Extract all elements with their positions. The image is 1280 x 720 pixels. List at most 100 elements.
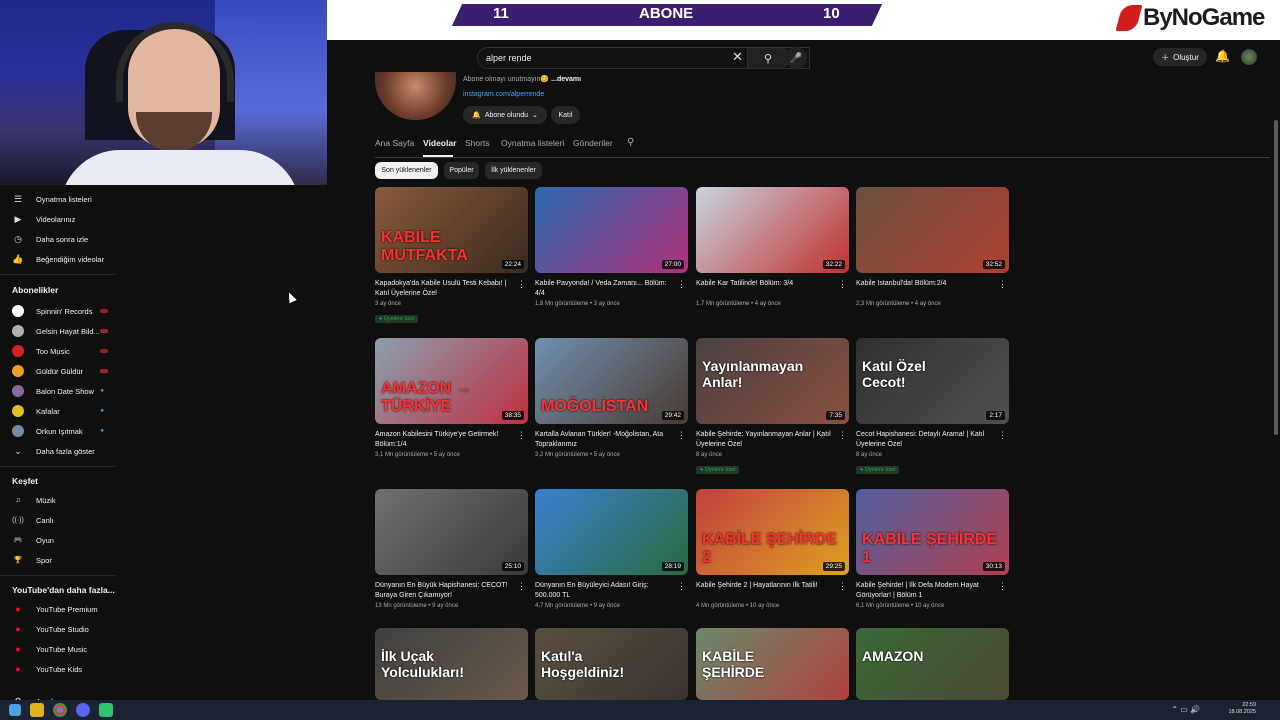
video-title[interactable]: Kapadokya'da Kabile Usulü Testi Kebabı! … — [375, 279, 515, 299]
video-card[interactable]: KABİLE ŞEHİRDE — [696, 628, 849, 700]
more-options-icon[interactable]: ⋮ — [677, 279, 686, 290]
video-card[interactable]: Yayınlanmayan Anlar! 7:35 Kabile Şehirde: … — [696, 338, 849, 476]
video-card[interactable]: İlk Uçak Yolculukları! — [375, 628, 528, 700]
sidebar-item-0[interactable]: ☰ Oynatma listeleri — [0, 189, 118, 209]
more-options-icon[interactable]: ⋮ — [998, 581, 1007, 592]
filter-chip-1[interactable]: Popüler — [444, 162, 479, 179]
video-card[interactable]: KABİLE MUTFAKTA 22:24 Kapadokya'da Kabile … — [375, 187, 528, 325]
more-options-icon[interactable]: ⋮ — [517, 430, 526, 441]
video-thumbnail[interactable]: İlk Uçak Yolculukları! — [375, 628, 528, 700]
tab-search-icon[interactable]: ⚲ — [627, 137, 634, 148]
youtube-app-item[interactable]: ● YouTube Studio — [0, 619, 118, 639]
explore-item[interactable]: ♫ Müzik — [0, 490, 118, 510]
video-card[interactable]: Katıl'a Hoşgeldiniz! — [535, 628, 688, 700]
notifications-bell-icon[interactable]: 🔔 — [1215, 49, 1230, 63]
subscription-item[interactable]: Güldür Güldür — [0, 361, 118, 381]
more-options-icon[interactable]: ⋮ — [838, 279, 847, 290]
start-icon[interactable] — [9, 704, 21, 716]
tab-1[interactable]: Videolar — [423, 138, 456, 148]
tab-2[interactable]: Shorts — [465, 138, 490, 148]
video-title[interactable]: Kabile Pavyonda! / Veda Zamanı... Bölüm:… — [535, 279, 675, 299]
video-card[interactable]: KABİLE ŞEHİRDE 2 29:25 Kabile Şehirde 2 | … — [696, 489, 849, 609]
sidebar-item-1[interactable]: ▶ Videolarınız — [0, 209, 118, 229]
search-button[interactable]: ⚲ — [747, 47, 789, 69]
app-icon[interactable] — [99, 703, 113, 717]
video-title[interactable]: Dünyanın En Büyüleyici Adası! Giriş: 500… — [535, 581, 675, 601]
video-title[interactable]: Kabile İstanbul'da! Bölüm:2/4 — [856, 279, 996, 299]
video-title[interactable]: Kabile Şehirde! | İlk Defa Modern Hayat … — [856, 581, 996, 601]
video-thumbnail[interactable]: AMAZON — [856, 628, 1009, 700]
video-thumbnail[interactable]: Katıl'a Hoşgeldiniz! — [535, 628, 688, 700]
youtube-app-item[interactable]: ● YouTube Kids — [0, 659, 118, 679]
subscription-item[interactable]: Gelsin Hayat Bild... — [0, 321, 118, 341]
account-avatar[interactable] — [1241, 49, 1257, 65]
video-card[interactable]: Katıl Özel Cecot! 2:17 Cecot Hapishanesi: … — [856, 338, 1009, 476]
video-title[interactable]: Kabile Şehirde 2 | Hayatlarının İlk Tati… — [696, 581, 836, 601]
video-thumbnail[interactable]: 28:19 — [535, 489, 688, 575]
system-tray-icons[interactable]: ⌃ ▭ 🔊 — [1171, 705, 1200, 714]
video-thumbnail[interactable]: KABİLE MUTFAKTA 22:24 — [375, 187, 528, 273]
subscription-item[interactable]: Spinnin' Records — [0, 301, 118, 321]
show-more-button[interactable]: ⌄ Daha fazla göster — [0, 441, 118, 461]
subscription-item[interactable]: Kafalar ● — [0, 401, 118, 421]
video-thumbnail[interactable]: KABİLE ŞEHİRDE 2 29:25 — [696, 489, 849, 575]
video-card[interactable]: AMAZON — [856, 628, 1009, 700]
explore-item[interactable]: 🏆 Spor — [0, 550, 118, 570]
video-thumbnail[interactable]: 25:10 — [375, 489, 528, 575]
subscription-item[interactable]: Balon Date Show ● — [0, 381, 118, 401]
video-thumbnail[interactable]: 32:22 — [696, 187, 849, 273]
video-title[interactable]: Kabile Kar Tatilinde! Bölüm: 3/4 — [696, 279, 836, 299]
more-options-icon[interactable]: ⋮ — [838, 430, 847, 441]
video-title[interactable]: Kartalla Avlanan Türkler! -Moğolistan, A… — [535, 430, 675, 450]
more-options-icon[interactable]: ⋮ — [677, 581, 686, 592]
voice-search-button[interactable]: 🎤 — [785, 47, 807, 69]
more-options-icon[interactable]: ⋮ — [517, 279, 526, 290]
channel-link[interactable]: instagram.com/alperrende — [463, 91, 544, 98]
video-title[interactable]: Cecot Hapishanesi: Detaylı Arama! | Katı… — [856, 430, 996, 450]
more-options-icon[interactable]: ⋮ — [517, 581, 526, 592]
clock[interactable]: 22:59 18.08.2025 — [1228, 702, 1256, 716]
video-card[interactable]: MOĞOLİSTAN 29:42 Kartalla Avlanan Türkler!… — [535, 338, 688, 458]
video-card[interactable]: KABİLE ŞEHİRDE 1 30:13 Kabile Şehirde! | İ… — [856, 489, 1009, 609]
filter-chip-2[interactable]: İlk yüklenenler — [485, 162, 542, 179]
video-thumbnail[interactable]: KABİLE ŞEHİRDE — [696, 628, 849, 700]
more-options-icon[interactable]: ⋮ — [838, 581, 847, 592]
clear-search-icon[interactable]: ✕ — [732, 49, 743, 65]
video-thumbnail[interactable]: 32:52 — [856, 187, 1009, 273]
join-button[interactable]: Katıl — [551, 106, 580, 124]
video-card[interactable]: 32:22 Kabile Kar Tatilinde! Bölüm: 3/4 1,7… — [696, 187, 849, 307]
explore-item[interactable]: ((·)) Canlı — [0, 510, 118, 530]
sidebar-item-2[interactable]: ◷ Daha sonra izle — [0, 229, 118, 249]
filter-chip-0[interactable]: Son yüklenenler — [375, 162, 438, 179]
desc-more-link[interactable]: ...devamı — [551, 76, 581, 83]
channel-avatar[interactable] — [375, 72, 456, 120]
channel-description[interactable]: Abone olmayı unutmayın😊 ...devamı — [463, 75, 581, 83]
more-options-icon[interactable]: ⋮ — [998, 430, 1007, 441]
file-explorer-icon[interactable] — [30, 703, 44, 717]
video-card[interactable]: 32:52 Kabile İstanbul'da! Bölüm:2/4 2,3 Mn… — [856, 187, 1009, 307]
video-title[interactable]: Dünyanın En Büyük Hapishanesi: CECOT! Bu… — [375, 581, 515, 601]
subscription-item[interactable]: Orkun Işıtmak ● — [0, 421, 118, 441]
more-options-icon[interactable]: ⋮ — [998, 279, 1007, 290]
video-thumbnail[interactable]: AMAZON → TÜRKİYE 38:35 — [375, 338, 528, 424]
video-thumbnail[interactable]: 27:00 — [535, 187, 688, 273]
chrome-icon[interactable] — [53, 703, 67, 717]
create-button[interactable]: ＋ Oluştur — [1153, 48, 1207, 66]
video-title[interactable]: Kabile Şehirde: Yayınlanmayan Anlar | Ka… — [696, 430, 836, 450]
video-card[interactable]: 27:00 Kabile Pavyonda! / Veda Zamanı... B… — [535, 187, 688, 307]
explore-item[interactable]: 🎮 Oyun — [0, 530, 118, 550]
page-scrollbar[interactable] — [1274, 120, 1278, 435]
video-thumbnail[interactable]: Yayınlanmayan Anlar! 7:35 — [696, 338, 849, 424]
subscribed-button[interactable]: 🔔 Abone olundu ⌄ — [463, 106, 547, 124]
youtube-app-item[interactable]: ● YouTube Music — [0, 639, 118, 659]
video-thumbnail[interactable]: MOĞOLİSTAN 29:42 — [535, 338, 688, 424]
discord-icon[interactable] — [76, 703, 90, 717]
tab-3[interactable]: Oynatma listeleri — [501, 138, 564, 148]
video-thumbnail[interactable]: KABİLE ŞEHİRDE 1 30:13 — [856, 489, 1009, 575]
video-title[interactable]: Amazon Kabilesini Türkiye'ye Getirmek! B… — [375, 430, 515, 450]
video-card[interactable]: 25:10 Dünyanın En Büyük Hapishanesi: CECO… — [375, 489, 528, 609]
video-card[interactable]: AMAZON → TÜRKİYE 38:35 Amazon Kabilesini T… — [375, 338, 528, 458]
video-card[interactable]: 28:19 Dünyanın En Büyüleyici Adası! Giriş… — [535, 489, 688, 609]
youtube-app-item[interactable]: ● YouTube Premium — [0, 599, 118, 619]
tab-0[interactable]: Ana Sayfa — [375, 138, 414, 148]
